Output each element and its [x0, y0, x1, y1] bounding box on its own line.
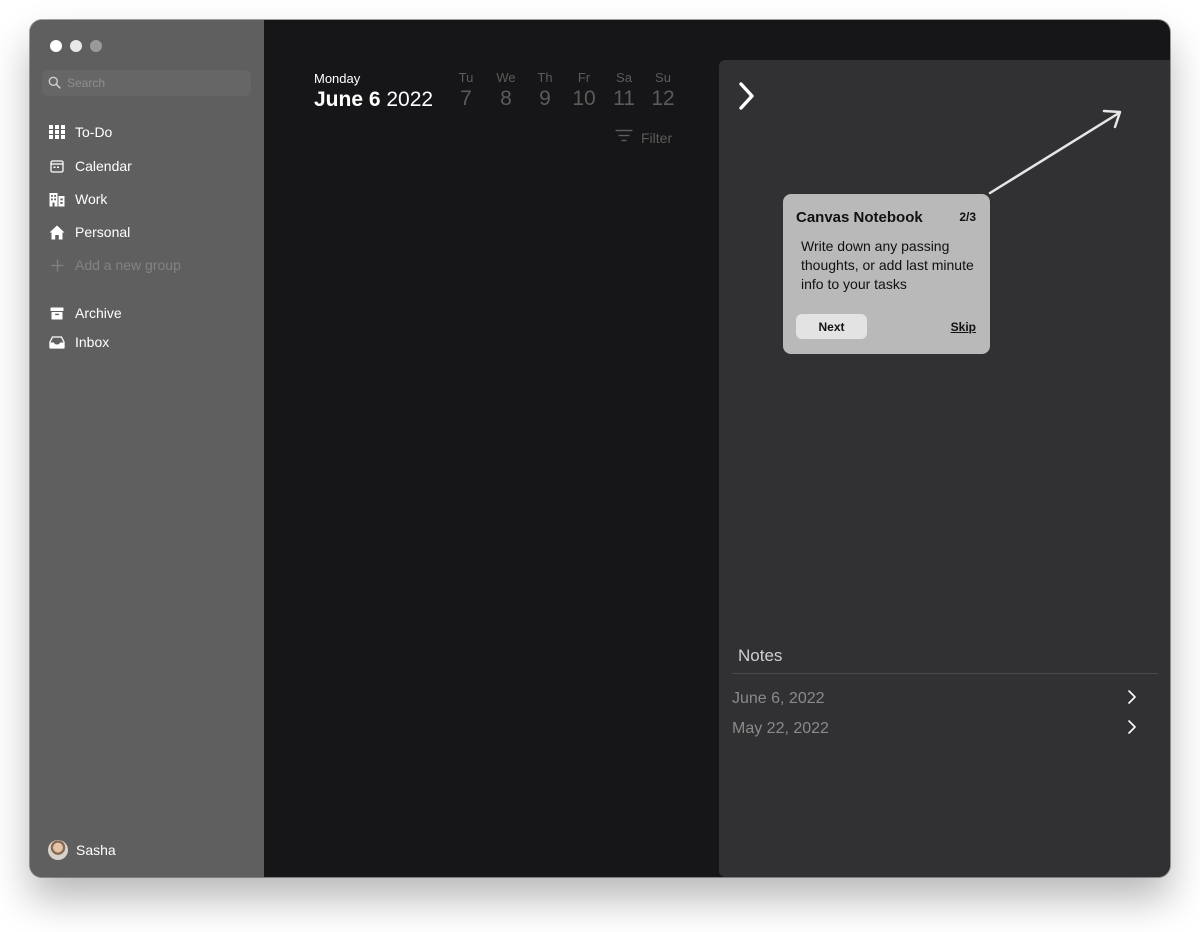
onboarding-popover: Canvas Notebook 2/3 Write down any passi…: [783, 194, 990, 354]
app-window: Search To-Do Calendar Work Personal Add …: [30, 20, 1170, 877]
step-counter: 2/3: [959, 210, 976, 224]
popover-title: Canvas Notebook: [796, 209, 923, 226]
tour-pointer-arrow: [988, 109, 1122, 195]
next-button[interactable]: Next: [796, 314, 867, 339]
skip-link[interactable]: Skip: [951, 320, 976, 334]
popover-description: Write down any passing thoughts, or add …: [801, 238, 974, 292]
